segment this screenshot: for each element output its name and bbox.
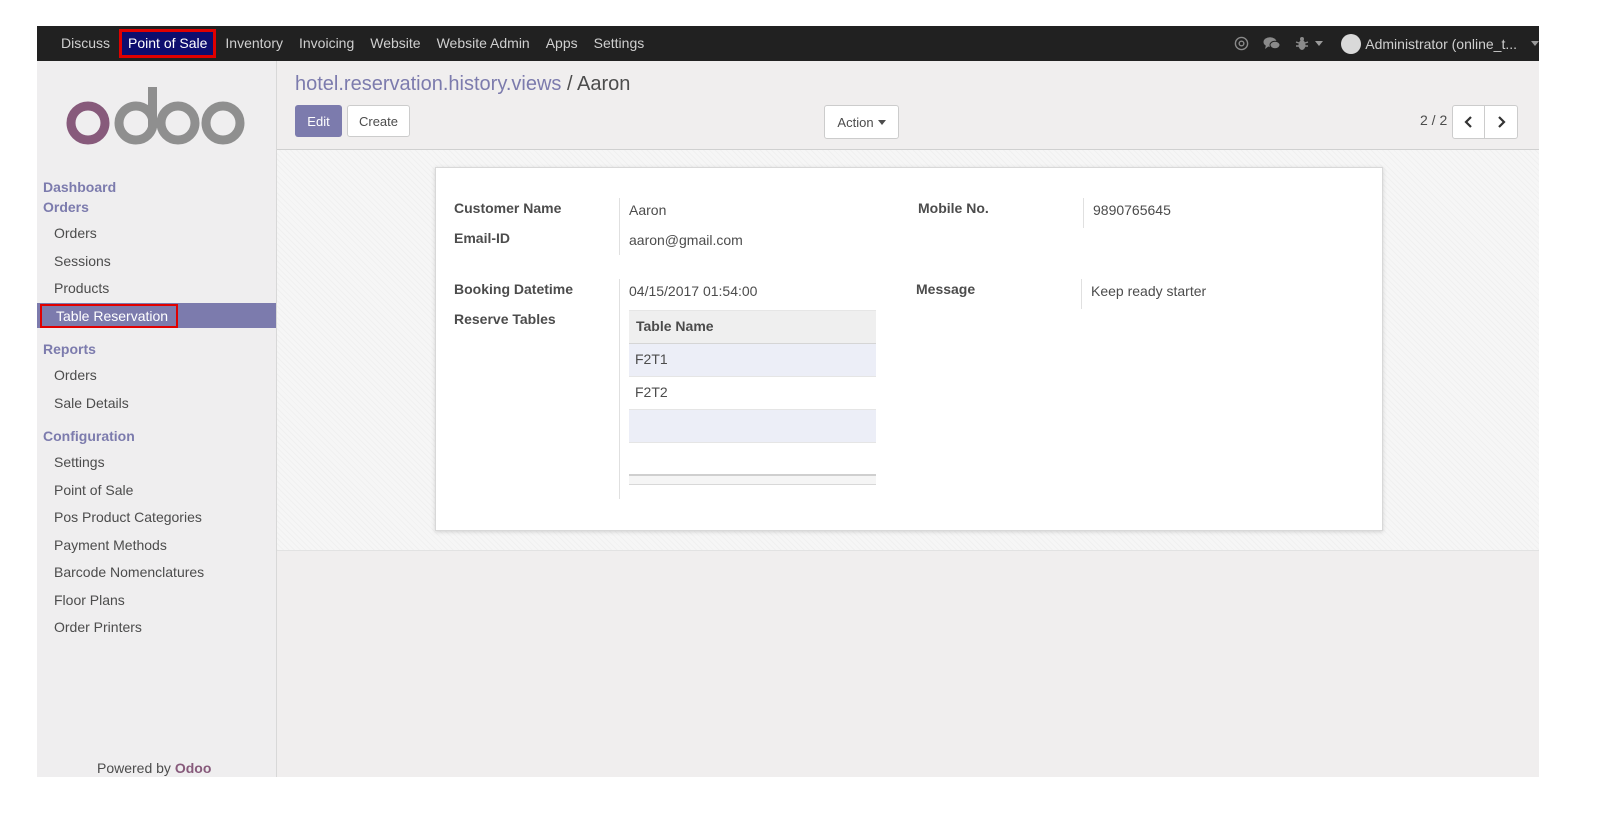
bug-icon[interactable] (1295, 36, 1324, 51)
form-sheet: Customer Name Aaron Email-ID aaron@gmail… (435, 167, 1383, 531)
powered-by: Powered by Odoo (97, 760, 211, 776)
sidebar-item-label: Table Reservation (40, 304, 179, 328)
chevron-down-icon (1531, 41, 1539, 46)
table-footer (629, 474, 876, 485)
menu-discuss[interactable]: Discuss (53, 26, 118, 61)
avatar (1341, 33, 1362, 54)
reserve-tables-list: Table Name F2T1 F2T2 (629, 310, 876, 485)
control-panel: hotel.reservation.history.views / Aaron … (277, 61, 1539, 150)
sidebar-section-orders: Orders (43, 199, 89, 215)
chevron-left-icon (1464, 116, 1472, 128)
menu-website[interactable]: Website (362, 26, 428, 61)
field-divider (619, 279, 620, 499)
field-divider (1083, 198, 1084, 228)
powered-by-text: Powered by (97, 760, 171, 776)
pager-previous-button[interactable] (1452, 105, 1486, 139)
odoo-logo (66, 87, 245, 145)
top-menu-bar: Discuss Point of Sale Inventory Invoicin… (37, 26, 1539, 61)
chat-bubbles-icon[interactable] (1263, 36, 1281, 51)
table-row-empty (629, 410, 876, 443)
sidebar-item-products[interactable]: Products (54, 280, 109, 296)
sidebar-section-configuration: Configuration (43, 428, 135, 444)
reserve-tables-label: Reserve Tables (454, 311, 556, 327)
main-content: hotel.reservation.history.views / Aaron … (277, 61, 1539, 777)
message-value: Keep ready starter (1091, 283, 1207, 299)
sidebar-item-point-of-sale[interactable]: Point of Sale (54, 482, 133, 498)
menu-settings[interactable]: Settings (586, 26, 653, 61)
action-dropdown[interactable]: Action (824, 105, 899, 139)
chevron-right-icon (1498, 116, 1506, 128)
breadcrumb: hotel.reservation.history.views / Aaron (295, 73, 630, 96)
booking-datetime-label: Booking Datetime (454, 281, 574, 297)
sidebar-section-reports: Reports (43, 341, 96, 357)
sidebar-item-floor-plans[interactable]: Floor Plans (54, 592, 125, 608)
chevron-down-icon (877, 119, 886, 125)
sidebar-item-sessions[interactable]: Sessions (54, 253, 111, 269)
action-label: Action (837, 114, 874, 130)
sidebar-item-report-orders[interactable]: Orders (54, 367, 97, 383)
menu-website-admin[interactable]: Website Admin (429, 26, 538, 61)
menu-point-of-sale[interactable]: Point of Sale (119, 29, 217, 58)
mobile-value: 9890765645 (1093, 202, 1171, 218)
pager-next-button[interactable] (1484, 105, 1518, 139)
create-button[interactable]: Create (347, 105, 410, 137)
user-name: Administrator (online_t... (1365, 35, 1517, 52)
field-divider (1081, 279, 1082, 309)
sidebar-item-pos-product-categories[interactable]: Pos Product Categories (54, 509, 202, 525)
chevron-down-icon (1315, 41, 1324, 46)
menu-apps[interactable]: Apps (538, 26, 586, 61)
pager-counter: 2 / 2 (1420, 112, 1448, 128)
powered-by-link[interactable]: Odoo (175, 760, 212, 776)
sidebar-dashboard[interactable]: Dashboard (43, 179, 116, 195)
field-divider (619, 198, 620, 255)
sidebar-item-sale-details[interactable]: Sale Details (54, 395, 129, 411)
user-menu[interactable]: Administrator (online_t... (1341, 33, 1539, 54)
customer-name-label: Customer Name (454, 200, 562, 216)
message-label: Message (916, 281, 976, 297)
system-tray: Administrator (online_t... (1220, 26, 1539, 61)
table-row[interactable]: F2T1 (629, 344, 876, 377)
main-menu: Discuss Point of Sale Inventory Invoicin… (53, 26, 652, 61)
email-label: Email-ID (454, 230, 511, 246)
sidebar-item-orders[interactable]: Orders (54, 225, 97, 241)
mobile-label: Mobile No. (918, 200, 989, 216)
booking-datetime-value: 04/15/2017 01:54:00 (629, 283, 758, 299)
breadcrumb-current: Aaron (576, 73, 631, 95)
sidebar-item-barcode-nomenclatures[interactable]: Barcode Nomenclatures (54, 564, 204, 580)
edit-button[interactable]: Edit (295, 105, 342, 137)
sidebar-item-payment-methods[interactable]: Payment Methods (54, 537, 167, 553)
menu-invoicing[interactable]: Invoicing (291, 26, 362, 61)
app-window: Discuss Point of Sale Inventory Invoicin… (37, 26, 1539, 777)
breadcrumb-separator: / (566, 73, 573, 95)
at-sign-icon[interactable] (1234, 36, 1249, 51)
email-value: aaron@gmail.com (629, 232, 743, 248)
sidebar: Dashboard Orders Orders Sessions Product… (37, 61, 277, 777)
customer-name-value: Aaron (629, 202, 667, 218)
sidebar-item-settings[interactable]: Settings (54, 454, 105, 470)
table-row[interactable]: F2T2 (629, 377, 876, 410)
menu-inventory[interactable]: Inventory (217, 26, 291, 61)
breadcrumb-parent[interactable]: hotel.reservation.history.views (295, 73, 561, 95)
sidebar-item-order-printers[interactable]: Order Printers (54, 619, 142, 635)
table-header-table-name[interactable]: Table Name (629, 310, 876, 344)
